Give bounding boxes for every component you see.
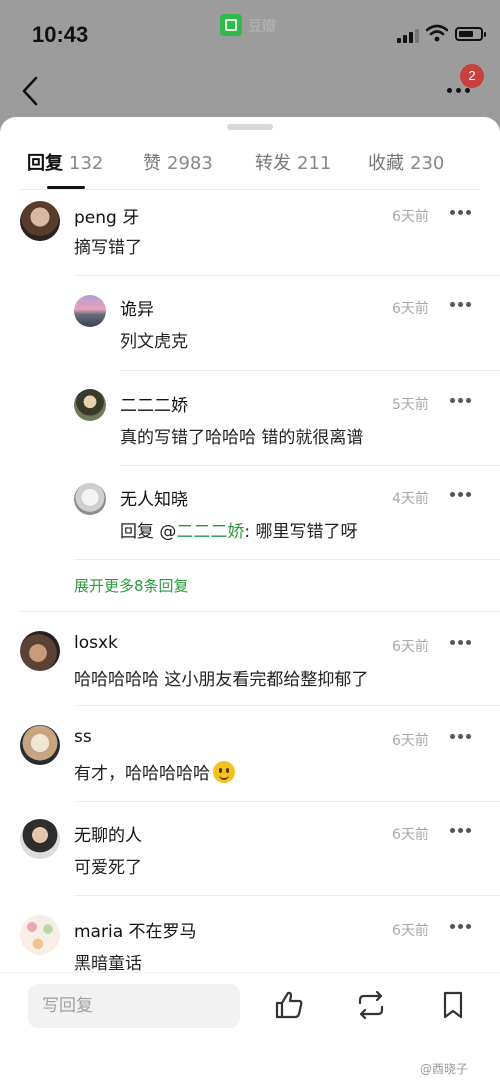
reply-suffix: : 哪里写错了呀 <box>244 522 358 542</box>
battery-icon <box>455 27 486 41</box>
more-icon[interactable] <box>448 205 474 219</box>
comment-time: 4天前 <box>392 491 429 507</box>
reply-input[interactable] <box>28 984 240 1028</box>
divider <box>74 275 500 276</box>
more-icon[interactable] <box>448 393 474 407</box>
divider <box>74 895 500 896</box>
avatar[interactable] <box>20 915 60 955</box>
reply-item: 二二二娇 5天前 真的写错了哈哈哈 错的就很离谱 <box>0 381 500 471</box>
tab-likes[interactable]: 赞 2983 <box>143 149 213 175</box>
avatar[interactable] <box>74 483 106 515</box>
comment-author[interactable]: 二二二娇 <box>120 391 188 416</box>
avatar[interactable] <box>20 631 60 671</box>
divider <box>74 705 500 706</box>
reply-item: 无人知晓 4天前 回复 @二二二娇: 哪里写错了呀 <box>0 475 500 565</box>
divider <box>120 465 500 466</box>
watermark: @酉晓子 <box>420 1062 469 1076</box>
repost-icon[interactable] <box>354 988 388 1022</box>
comment-time: 6天前 <box>392 923 429 939</box>
smile-emoji-icon <box>213 761 235 783</box>
comment-item: ss 6天前 有才，哈哈哈哈哈 <box>0 717 500 807</box>
more-icon[interactable] <box>448 297 474 311</box>
avatar[interactable] <box>74 389 106 421</box>
divider <box>74 801 500 802</box>
reply-prefix: 回复 @ <box>120 522 177 542</box>
comment-text-body: 有才，哈哈哈哈哈 <box>74 764 210 784</box>
more-icon[interactable] <box>448 487 474 501</box>
comment-text: 摘写错了 <box>74 238 142 258</box>
comment-author[interactable]: peng 牙 <box>74 203 139 228</box>
comment-text: 真的写错了哈哈哈 错的就很离谱 <box>120 428 364 448</box>
comment-author[interactable]: losxk <box>74 633 118 653</box>
comment-time: 6天前 <box>392 827 429 843</box>
expand-more-replies-link[interactable]: 展开更多8条回复 <box>74 575 189 596</box>
comment-item: 无聊的人 6天前 可爱死了 <box>0 811 500 901</box>
comment-author[interactable]: maria 不在罗马 <box>74 917 197 942</box>
comment-item: losxk 6天前 哈哈哈哈哈 这小朋友看完都给整抑郁了 <box>0 623 500 713</box>
app-indicator: 豆瓣 <box>220 14 280 38</box>
comment-author[interactable]: 无人知晓 <box>120 485 188 510</box>
comment-item: peng 牙 6天前 摘写错了 <box>0 197 500 277</box>
comment-text: 可爱死了 <box>74 858 142 878</box>
divider <box>74 559 500 560</box>
tab-bar: 回复 132 赞 2983 转发 211 收藏 230 <box>0 143 500 189</box>
comment-time: 6天前 <box>392 733 429 749</box>
wifi-icon <box>426 24 448 42</box>
top-bar: 2 <box>0 64 500 120</box>
comment-time: 5天前 <box>392 397 429 413</box>
notification-badge: 2 <box>460 64 484 88</box>
divider <box>120 370 500 371</box>
back-icon[interactable] <box>18 72 44 112</box>
bookmark-icon[interactable] <box>436 988 470 1022</box>
more-icon[interactable] <box>448 823 474 837</box>
comment-text: 黑暗童话 <box>74 954 142 974</box>
comment-author[interactable]: 诡异 <box>120 295 154 320</box>
comment-text: 回复 @二二二娇: 哪里写错了呀 <box>120 517 358 542</box>
tab-favorites[interactable]: 收藏 230 <box>368 149 444 175</box>
reply-item: 诡异 6天前 列文虎克 <box>0 285 500 375</box>
status-bar: 10:43 豆瓣 <box>0 0 500 70</box>
tabs-divider <box>20 189 480 190</box>
comment-time: 6天前 <box>392 301 429 317</box>
avatar[interactable] <box>20 725 60 765</box>
sheet-drag-handle[interactable] <box>227 124 273 130</box>
avatar[interactable] <box>20 201 60 241</box>
status-time: 10:43 <box>32 22 89 47</box>
comment-text: 哈哈哈哈哈 这小朋友看完都给整抑郁了 <box>74 670 369 690</box>
comment-text: 有才，哈哈哈哈哈 <box>74 759 235 784</box>
avatar[interactable] <box>20 819 60 859</box>
comment-time: 6天前 <box>392 209 429 225</box>
more-icon[interactable] <box>448 919 474 933</box>
avatar[interactable] <box>74 295 106 327</box>
comment-text: 列文虎克 <box>120 332 188 352</box>
comment-time: 6天前 <box>392 639 429 655</box>
comments-sheet: 回复 132 赞 2983 转发 211 收藏 230 peng 牙 6天前 摘写错了 … <box>0 117 500 1082</box>
mention-link[interactable]: 二二二娇 <box>176 522 244 542</box>
tab-replies[interactable]: 回复 132 <box>27 149 103 175</box>
signal-icon <box>397 27 419 43</box>
more-icon[interactable] <box>448 635 474 649</box>
douban-app-icon <box>220 14 242 36</box>
more-icon[interactable] <box>448 729 474 743</box>
app-indicator-label: 豆瓣 <box>248 19 276 35</box>
like-icon[interactable] <box>272 988 306 1022</box>
divider <box>20 611 500 612</box>
comment-author[interactable]: 无聊的人 <box>74 821 142 846</box>
tab-reposts[interactable]: 转发 211 <box>255 149 331 175</box>
comment-author[interactable]: ss <box>74 727 92 747</box>
